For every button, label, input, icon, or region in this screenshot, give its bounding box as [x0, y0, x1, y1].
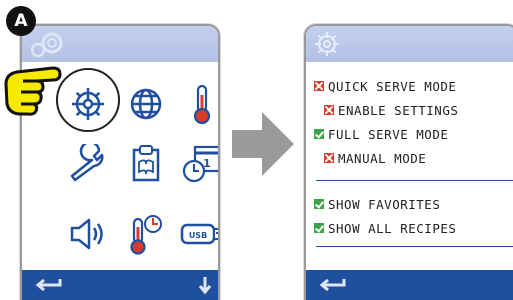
- menu-item-manual-mode[interactable]: MANUAL MODE: [324, 148, 426, 168]
- menu-item-label: SHOW ALL RECIPES: [328, 220, 457, 236]
- disabled-x-icon: [324, 153, 334, 163]
- menu-divider: [316, 180, 513, 181]
- transition-arrow-icon: [232, 112, 294, 176]
- thermometer-timer-icon[interactable]: [116, 204, 176, 264]
- menu-item-label: ENABLE SETTINGS: [338, 102, 459, 118]
- menu-item-full-serve-mode[interactable]: FULL SERVE MODE: [314, 124, 448, 144]
- bottom-bar: [22, 270, 218, 300]
- scroll-down-arrow-icon[interactable]: [198, 275, 212, 295]
- back-arrow-icon[interactable]: [34, 276, 64, 294]
- menu-divider: [316, 246, 513, 247]
- menu-item-label: MANUAL MODE: [338, 150, 427, 166]
- pointing-hand-icon: [4, 66, 62, 116]
- menu-item-show-all-recipes[interactable]: SHOW ALL RECIPES: [314, 218, 456, 238]
- wrench-icon[interactable]: [58, 134, 118, 194]
- menu-item-quick-serve-mode[interactable]: QUICK SERVE MODE: [314, 76, 456, 96]
- settings-menu: QUICK SERVE MODE ENABLE SETTINGS FULL SE…: [306, 62, 513, 270]
- manual-book-icon[interactable]: [116, 134, 176, 194]
- settings-gear-icon: [315, 32, 339, 56]
- enabled-check-icon: [314, 129, 324, 139]
- disabled-x-icon: [314, 81, 324, 91]
- back-arrow-icon[interactable]: [318, 276, 348, 294]
- usb-label: USB: [189, 231, 207, 240]
- step-badge: A: [6, 6, 36, 36]
- selection-circle: [56, 68, 120, 132]
- enabled-check-icon: [314, 223, 324, 233]
- globe-icon[interactable]: [116, 74, 176, 134]
- menu-item-show-favorites[interactable]: SHOW FAVORITES: [314, 194, 440, 214]
- menu-item-label: FULL SERVE MODE: [328, 126, 449, 142]
- enabled-check-icon: [314, 199, 324, 209]
- settings-menu-screen: QUICK SERVE MODE ENABLE SETTINGS FULL SE…: [304, 24, 513, 300]
- menu-item-enable-settings[interactable]: ENABLE SETTINGS: [324, 100, 458, 120]
- menu-item-label: SHOW FAVORITES: [328, 196, 441, 212]
- calendar-clock-icon[interactable]: 1: [172, 134, 218, 194]
- disabled-x-icon: [324, 105, 334, 115]
- bottom-bar: [306, 270, 513, 300]
- menu-item-label: QUICK SERVE MODE: [328, 78, 457, 94]
- usb-drive-icon[interactable]: USB: [172, 204, 218, 264]
- top-bar: [306, 26, 513, 62]
- thermometer-icon[interactable]: [172, 74, 218, 134]
- speaker-icon[interactable]: [58, 204, 118, 264]
